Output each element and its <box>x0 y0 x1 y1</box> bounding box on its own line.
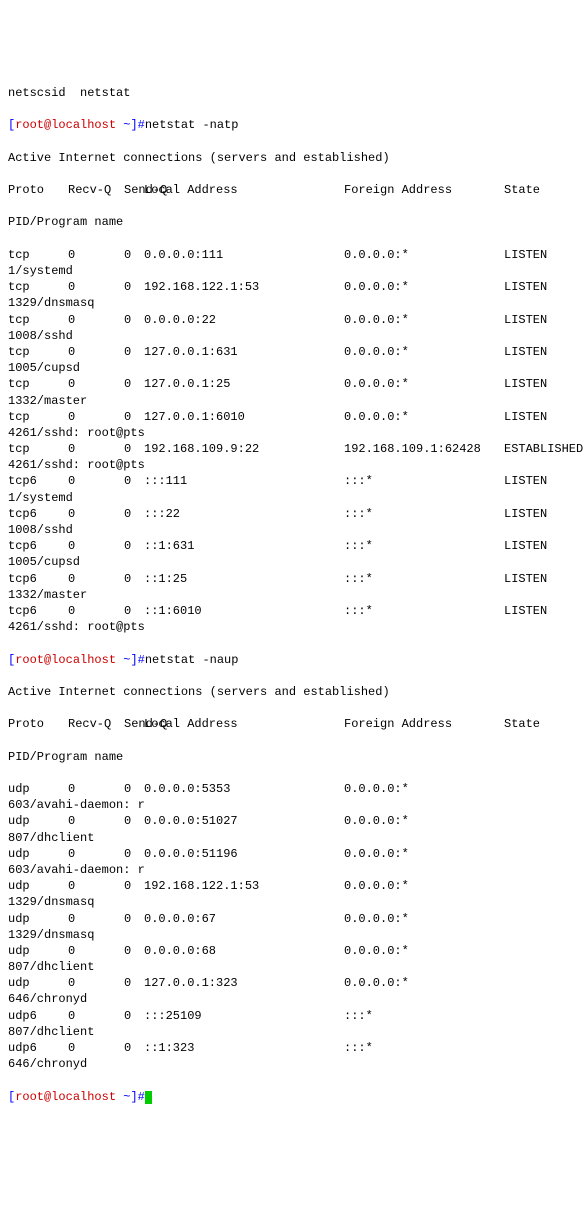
pid-prog: 1008/sshd <box>8 328 588 344</box>
pid-prog: 1329/dnsmasq <box>8 295 588 311</box>
terminal-output: netscsid netstat [root@localhost ~]#nets… <box>8 69 588 1121</box>
active-header-2: Active Internet connections (servers and… <box>8 684 588 700</box>
pre-line: netscsid netstat <box>8 85 588 101</box>
pid-prog: 1332/master <box>8 393 588 409</box>
table-row: udp00 127.0.0.1:3230.0.0.0:* <box>8 975 588 991</box>
table-row: tcp600 :::111:::*LISTEN <box>8 473 588 489</box>
table-row: tcp600 ::1:6010:::*LISTEN <box>8 603 588 619</box>
pid-prog: 1005/cupsd <box>8 360 588 376</box>
pid-prog: 4261/sshd: root@pts <box>8 457 588 473</box>
column-header-2: ProtoRecv-QSend-QLocal AddressForeign Ad… <box>8 716 588 732</box>
active-header-1: Active Internet connections (servers and… <box>8 150 588 166</box>
column-header-1: ProtoRecv-QSend-QLocal AddressForeign Ad… <box>8 182 588 198</box>
table-row: udp00 0.0.0.0:511960.0.0.0:* <box>8 846 588 862</box>
table-row: udp600 :::25109:::* <box>8 1008 588 1024</box>
pid-prog: 603/avahi-daemon: r <box>8 862 588 878</box>
table-row: tcp600 ::1:631:::*LISTEN <box>8 538 588 554</box>
table-row: udp00 0.0.0.0:510270.0.0.0:* <box>8 813 588 829</box>
table-row: udp00 0.0.0.0:680.0.0.0:* <box>8 943 588 959</box>
pid-prog: 4261/sshd: root@pts <box>8 619 588 635</box>
prompt-line-2: [root@localhost ~]#netstat -naup <box>8 652 588 668</box>
cursor-icon <box>145 1091 152 1104</box>
tcp-rows: tcp00 0.0.0.0:1110.0.0.0:*LISTEN1/system… <box>8 247 588 636</box>
table-row: tcp00 127.0.0.1:6310.0.0.0:*LISTEN <box>8 344 588 360</box>
table-row: tcp00 127.0.0.1:60100.0.0.0:*LISTEN <box>8 409 588 425</box>
udp-rows: udp00 0.0.0.0:53530.0.0.0:*603/avahi-dae… <box>8 781 588 1072</box>
pid-prog: 807/dhclient <box>8 1024 588 1040</box>
pid-prog: 1/systemd <box>8 490 588 506</box>
table-row: udp00 0.0.0.0:53530.0.0.0:* <box>8 781 588 797</box>
pid-prog: 1329/dnsmasq <box>8 927 588 943</box>
table-row: tcp00 0.0.0.0:1110.0.0.0:*LISTEN <box>8 247 588 263</box>
command-2: netstat -naup <box>145 653 239 667</box>
pid-prog: 1005/cupsd <box>8 554 588 570</box>
pid-prog: 646/chronyd <box>8 991 588 1007</box>
table-row: tcp00 127.0.0.1:250.0.0.0:*LISTEN <box>8 376 588 392</box>
pid-prog: 1/systemd <box>8 263 588 279</box>
pid-prog: 603/avahi-daemon: r <box>8 797 588 813</box>
table-row: tcp00 0.0.0.0:220.0.0.0:*LISTEN <box>8 312 588 328</box>
column-header-pidprog-2: PID/Program name <box>8 749 588 765</box>
table-row: udp600 ::1:323:::* <box>8 1040 588 1056</box>
prompt-line-3[interactable]: [root@localhost ~]# <box>8 1089 588 1105</box>
pid-prog: 1008/sshd <box>8 522 588 538</box>
table-row: tcp00 192.168.109.9:22192.168.109.1:6242… <box>8 441 588 457</box>
command-1: netstat -natp <box>145 118 239 132</box>
pid-prog: 4261/sshd: root@pts <box>8 425 588 441</box>
pid-prog: 1332/master <box>8 587 588 603</box>
table-row: udp00 0.0.0.0:670.0.0.0:* <box>8 911 588 927</box>
column-header-pidprog-1: PID/Program name <box>8 214 588 230</box>
table-row: tcp600 ::1:25:::*LISTEN <box>8 571 588 587</box>
pid-prog: 807/dhclient <box>8 959 588 975</box>
table-row: tcp00 192.168.122.1:530.0.0.0:*LISTEN <box>8 279 588 295</box>
prompt-line-1: [root@localhost ~]#netstat -natp <box>8 117 588 133</box>
pid-prog: 646/chronyd <box>8 1056 588 1072</box>
pid-prog: 1329/dnsmasq <box>8 894 588 910</box>
table-row: udp00 192.168.122.1:530.0.0.0:* <box>8 878 588 894</box>
table-row: tcp600 :::22:::*LISTEN <box>8 506 588 522</box>
